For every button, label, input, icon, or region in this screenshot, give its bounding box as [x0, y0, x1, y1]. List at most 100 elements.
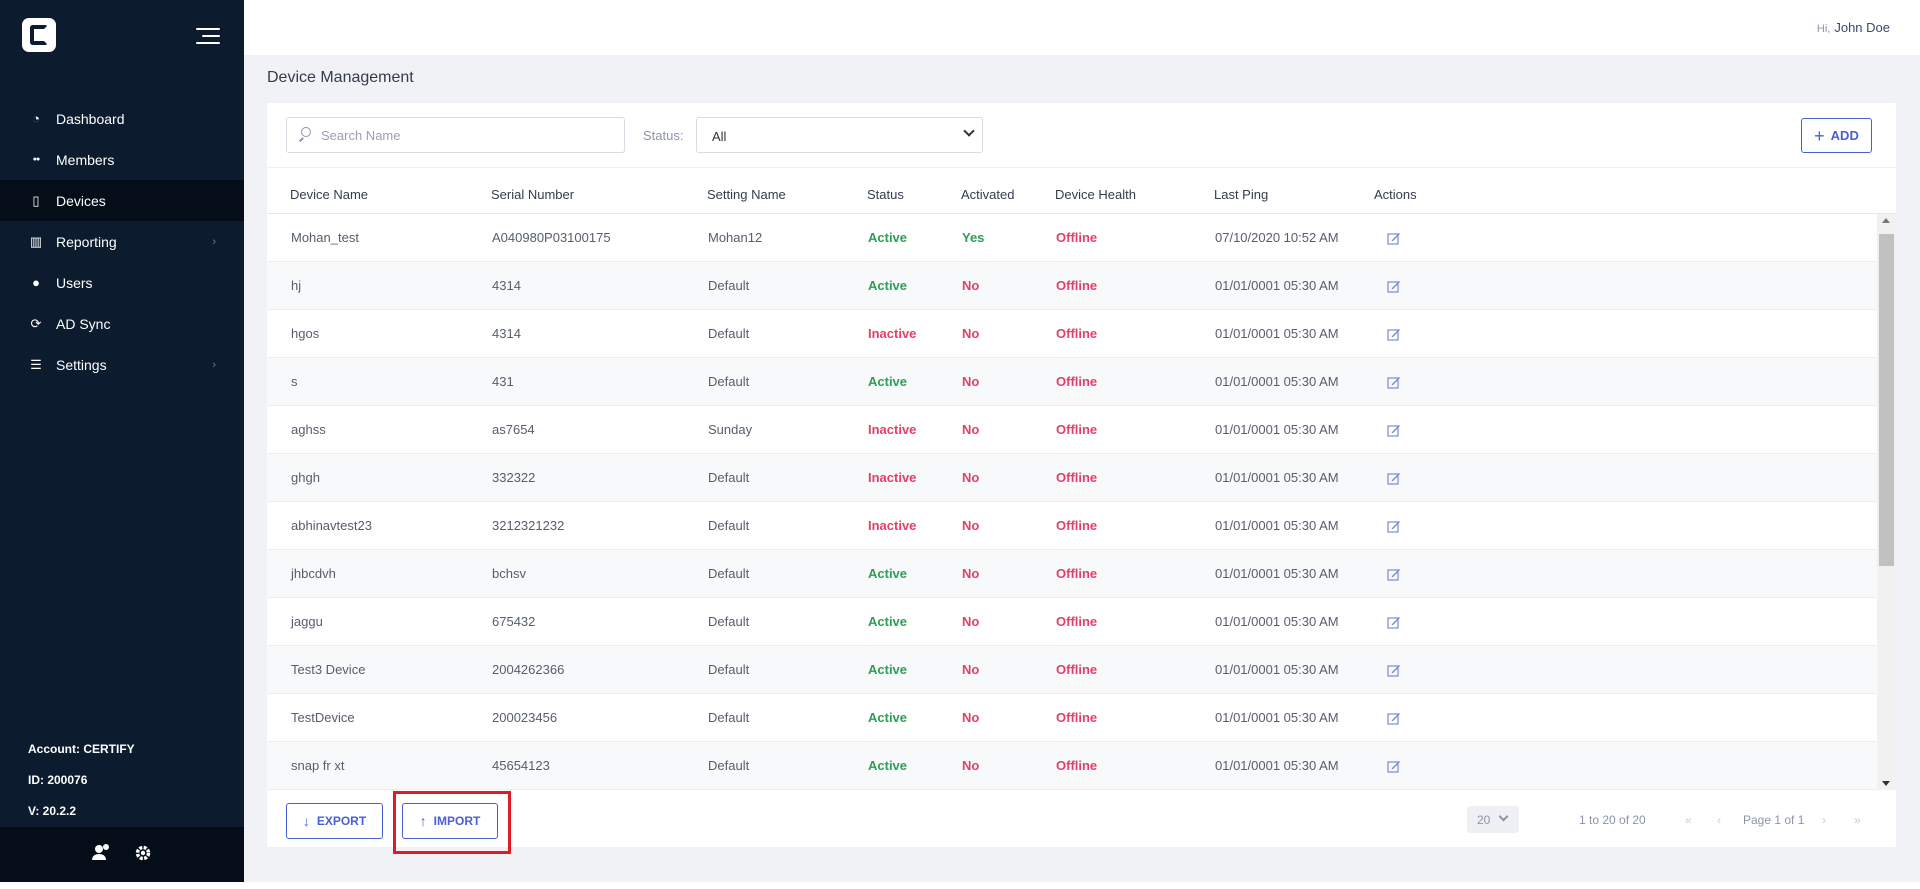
user-greeting[interactable]: Hi, John Doe — [1817, 20, 1890, 35]
last-ping-cell: 01/01/0001 05:30 AM — [1215, 278, 1339, 293]
activated-cell: No — [962, 710, 980, 725]
prev-page-icon[interactable]: ‹ — [1717, 813, 1721, 827]
scroll-down-icon[interactable] — [1882, 781, 1890, 786]
logo-icon[interactable] — [22, 18, 56, 52]
column-header[interactable]: Last Ping — [1214, 187, 1268, 202]
column-header[interactable]: Device Health — [1055, 187, 1136, 202]
device-name-cell: ghgh — [291, 470, 320, 485]
export-button[interactable]: ↓ EXPORT — [286, 803, 383, 839]
device-health-cell: Offline — [1056, 278, 1098, 293]
greeting-hi: Hi, — [1816, 23, 1831, 35]
chevron-down-icon — [963, 125, 975, 137]
column-header[interactable]: Serial Number — [491, 187, 574, 202]
menu-toggle-icon[interactable] — [196, 26, 220, 46]
table-row[interactable]: hgos 4314 Default Inactive No Offline 01/01/00… — [267, 310, 1877, 358]
edit-icon[interactable] — [1387, 231, 1401, 245]
sidebar-item-label: Dashboard — [56, 110, 125, 127]
column-header[interactable]: Device Name — [290, 187, 368, 202]
last-ping-cell: 01/01/0001 05:30 AM — [1215, 710, 1339, 725]
table-row[interactable]: ghgh 332322 Default Inactive No Offline 01/01/… — [267, 454, 1877, 502]
last-page-icon[interactable]: » — [1854, 813, 1861, 827]
table-row[interactable]: aghss as7654 Sunday Inactive No Offline 01/01/… — [267, 406, 1877, 454]
account-name: Account: CERTIFY — [28, 742, 135, 756]
sidebar-item-members[interactable]: ●● Members — [0, 139, 244, 180]
sidebar-item-reporting[interactable]: ▥ Reporting › — [0, 221, 244, 262]
setting-name-cell: Default — [708, 566, 750, 581]
edit-icon[interactable] — [1387, 471, 1401, 485]
last-ping-cell: 01/01/0001 05:30 AM — [1215, 470, 1339, 485]
device-health-cell: Offline — [1056, 422, 1098, 437]
column-header[interactable]: Actions — [1374, 187, 1417, 202]
edit-icon[interactable] — [1387, 423, 1401, 437]
edit-icon[interactable] — [1387, 711, 1401, 725]
sidebar-item-ad-sync[interactable]: ⟳ AD Sync — [0, 303, 244, 344]
device-name-cell: hgos — [291, 326, 320, 341]
serial-number-cell: 675432 — [492, 614, 536, 629]
serial-number-cell: A040980P03100175 — [492, 230, 611, 245]
serial-number-cell: 332322 — [492, 470, 536, 485]
device-health-cell: Offline — [1056, 326, 1098, 341]
page-size-select[interactable]: 20 — [1467, 806, 1519, 833]
last-ping-cell: 01/01/0001 05:30 AM — [1215, 758, 1339, 773]
serial-number-cell: 3212321232 — [492, 518, 565, 533]
pagination-page-label: Page 1 of 1 — [1743, 813, 1805, 827]
sidebar-item-label: AD Sync — [56, 315, 111, 332]
table-row[interactable]: Mohan_test A040980P03100175 Mohan12 Active Y… — [267, 214, 1877, 262]
table-row[interactable]: TestDevice 200023456 Default Active No Offlin… — [267, 694, 1877, 742]
user-settings-icon[interactable] — [92, 844, 110, 865]
pagination-range: 1 to 20 of 20 — [1579, 813, 1646, 827]
next-page-icon[interactable]: › — [1822, 813, 1826, 827]
edit-icon[interactable] — [1387, 375, 1401, 389]
sidebar-item-devices[interactable]: ▯ Devices — [0, 180, 244, 221]
last-ping-cell: 01/01/0001 05:30 AM — [1215, 518, 1339, 533]
last-ping-cell: 01/01/0001 05:30 AM — [1215, 614, 1339, 629]
device-name-cell: jaggu — [291, 614, 323, 629]
activated-cell: No — [962, 326, 980, 341]
last-ping-cell: 07/10/2020 10:52 AM — [1215, 230, 1339, 245]
table-row[interactable]: Test3 Device 2004262366 Default Active No Off… — [267, 646, 1877, 694]
search-input[interactable] — [321, 118, 621, 152]
table-row[interactable]: jhbcdvh bchsv Default Active No Offline 01/01/… — [267, 550, 1877, 598]
scrollbar-thumb[interactable] — [1879, 234, 1894, 566]
device-name-cell: Test3 Device — [291, 662, 366, 677]
edit-icon[interactable] — [1387, 567, 1401, 581]
status-cell: Inactive — [868, 518, 917, 533]
edit-icon[interactable] — [1387, 327, 1401, 341]
edit-icon[interactable] — [1387, 519, 1401, 533]
edit-icon[interactable] — [1387, 279, 1401, 293]
edit-icon[interactable] — [1387, 615, 1401, 629]
sidebar-item-settings[interactable]: ☰ Settings › — [0, 344, 244, 385]
table-row[interactable]: s 431 Default Active No Offline 01/01/0001 05:… — [267, 358, 1877, 406]
sidebar-item-dashboard[interactable]: ◔ Dashboard — [0, 98, 244, 139]
gear-icon[interactable] — [134, 844, 152, 867]
first-page-icon[interactable]: « — [1685, 813, 1692, 827]
sidebar-item-users[interactable]: ● Users — [0, 262, 244, 303]
sidebar-item-label: Reporting — [56, 233, 117, 250]
device-health-cell: Offline — [1056, 518, 1098, 533]
table-row[interactable]: snap fr xt 45654123 Default Active No Offline… — [267, 742, 1877, 790]
column-header[interactable]: Activated — [961, 187, 1014, 202]
add-device-button[interactable]: + ADD — [1801, 118, 1872, 153]
scroll-up-icon[interactable] — [1882, 218, 1890, 223]
device-health-cell: Offline — [1056, 566, 1098, 581]
status-cell: Active — [868, 614, 908, 629]
table-row[interactable]: hj 4314 Default Active No Offline 01/01/0001 0… — [267, 262, 1877, 310]
column-header[interactable]: Setting Name — [707, 187, 786, 202]
status-filter-select[interactable]: All — [696, 117, 983, 153]
setting-name-cell: Mohan12 — [708, 230, 763, 245]
edit-icon[interactable] — [1387, 663, 1401, 677]
search-box[interactable] — [286, 117, 625, 153]
device-name-cell: hj — [291, 278, 302, 293]
status-cell: Inactive — [868, 422, 917, 437]
last-ping-cell: 01/01/0001 05:30 AM — [1215, 374, 1339, 389]
table-row[interactable]: abhinavtest23 3212321232 Default Inactive No… — [267, 502, 1877, 550]
last-ping-cell: 01/01/0001 05:30 AM — [1215, 566, 1339, 581]
app-version: V: 20.2.2 — [28, 804, 77, 818]
setting-name-cell: Default — [708, 614, 750, 629]
column-header[interactable]: Status — [867, 187, 904, 202]
edit-icon[interactable] — [1387, 759, 1401, 773]
table-row[interactable]: jaggu 675432 Default Active No Offline 01/01/0… — [267, 598, 1877, 646]
chevron-right-icon: › — [212, 358, 216, 371]
setting-name-cell: Default — [708, 662, 750, 677]
table-scrollbar[interactable] — [1877, 214, 1896, 790]
